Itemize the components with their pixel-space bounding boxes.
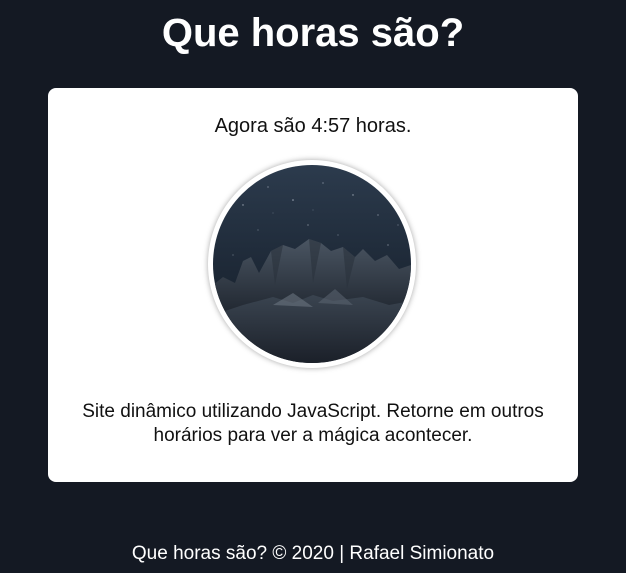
night-mountain-image <box>213 165 411 363</box>
page: Que horas são? Agora são 4:57 horas. Sit… <box>0 0 626 573</box>
night-mountain-illustration <box>213 165 411 363</box>
site-description: Site dinâmico utilizando JavaScript. Ret… <box>82 401 544 446</box>
time-of-day-image-frame <box>208 160 416 368</box>
current-time-text: Agora são 4:57 horas. <box>214 115 412 137</box>
footer-credits: Que horas são? © 2020 | Rafael Simionato <box>131 543 495 564</box>
page-title: Que horas são? <box>161 11 465 55</box>
time-card: Agora são 4:57 horas. Site dinâmico util… <box>48 88 578 482</box>
